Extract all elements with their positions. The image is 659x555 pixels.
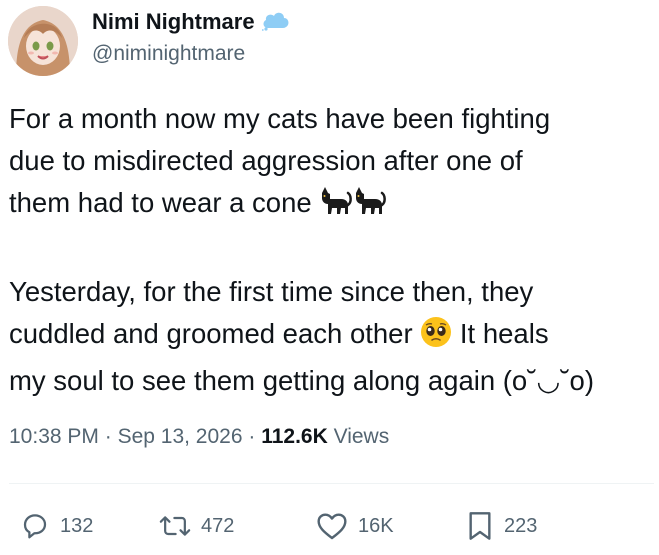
text-line: them had to wear a cone bbox=[9, 187, 320, 218]
tweet-text: For a month now my cats have been fighti… bbox=[9, 98, 649, 402]
author-display-name[interactable]: Nimi Nightmare bbox=[92, 9, 255, 35]
black-cat-emoji bbox=[319, 187, 387, 229]
text-line: It heals bbox=[452, 318, 549, 349]
pleading-face-emoji bbox=[420, 316, 452, 360]
heart-icon bbox=[316, 511, 348, 541]
cloud-icon bbox=[261, 9, 291, 36]
tweet-date[interactable]: Sep 13, 2026 bbox=[118, 425, 243, 448]
text-line: due to misdirected aggression after one … bbox=[9, 145, 523, 176]
reply-count: 132 bbox=[60, 514, 94, 537]
like-button[interactable]: 16K bbox=[316, 504, 394, 548]
author-name-row[interactable]: Nimi Nightmare bbox=[92, 6, 291, 38]
text-line: my soul to see them getting along again … bbox=[9, 365, 594, 396]
text-line: Yesterday, for the first time since then… bbox=[9, 276, 534, 307]
reply-icon bbox=[20, 511, 50, 541]
action-bar: 132 472 16K 223 bbox=[0, 504, 659, 548]
views-label: Views bbox=[327, 425, 390, 448]
text-line: cuddled and groomed each other bbox=[9, 318, 421, 349]
bookmark-count: 223 bbox=[504, 514, 538, 537]
bookmark-button[interactable]: 223 bbox=[466, 504, 537, 548]
reply-button[interactable]: 132 bbox=[20, 504, 93, 548]
tweet-time[interactable]: 10:38 PM bbox=[9, 425, 99, 448]
views-count[interactable]: 112.6K bbox=[261, 425, 328, 448]
meta-separator: · bbox=[242, 425, 262, 448]
retweet-count: 472 bbox=[201, 514, 235, 537]
tweet-paragraph-1: For a month now my cats have been fighti… bbox=[9, 98, 649, 229]
text-line: For a month now my cats have been fighti… bbox=[9, 103, 551, 134]
tweet-meta: 10:38 PM · Sep 13, 2026 · 112.6K Views bbox=[9, 425, 389, 449]
divider bbox=[9, 483, 654, 484]
tweet-card: Nimi Nightmare @niminightmare For a mont… bbox=[0, 0, 659, 555]
tweet-paragraph-2: Yesterday, for the first time since then… bbox=[9, 271, 649, 402]
retweet-button[interactable]: 472 bbox=[159, 504, 234, 548]
retweet-icon bbox=[159, 511, 191, 541]
author-avatar[interactable] bbox=[8, 6, 78, 76]
author-handle[interactable]: @niminightmare bbox=[92, 42, 245, 66]
like-count: 16K bbox=[358, 514, 394, 537]
bookmark-icon bbox=[466, 510, 494, 542]
meta-separator: · bbox=[98, 425, 118, 448]
